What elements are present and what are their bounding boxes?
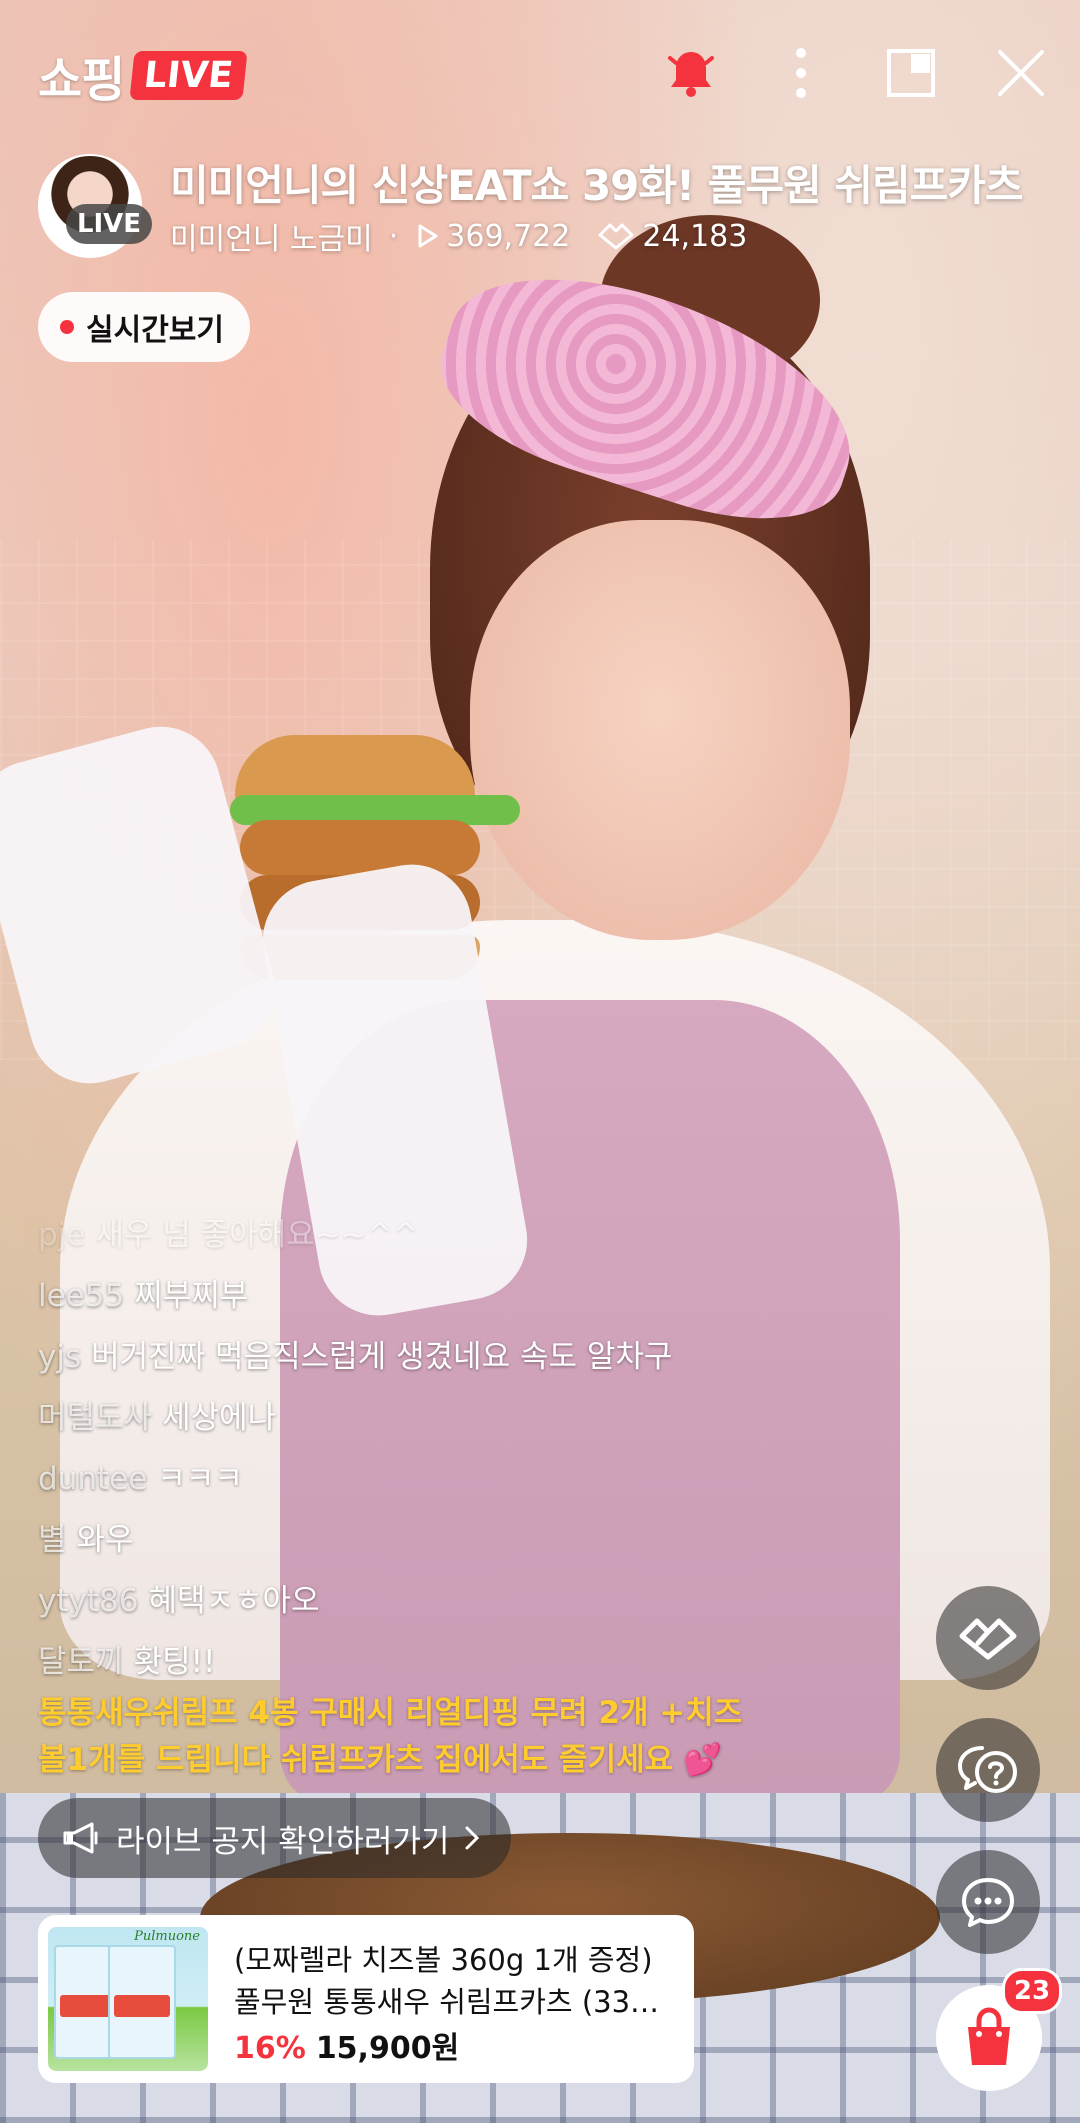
chat-nick: lee55 xyxy=(38,1278,125,1314)
brand-text: 쇼핑 xyxy=(38,52,125,108)
live-badge: LIVE xyxy=(129,50,248,100)
product-card[interactable]: Pulmuone (모짜렐라 치즈볼 360g 1개 증정) 풀무원 통통새우 … xyxy=(38,1915,694,2083)
meta-separator: · xyxy=(388,218,399,254)
product-brand-mark: Pulmuone xyxy=(134,1929,200,1944)
chat-text: 새우 넘 좋아해요~~^^ xyxy=(95,1217,419,1253)
heart-outline-icon xyxy=(598,223,634,250)
like-count: 24,183 xyxy=(596,219,747,254)
chat-nick: 별 xyxy=(38,1522,67,1558)
question-chat-icon xyxy=(958,1746,1017,1793)
chat-message: 머털도사 세상에나 xyxy=(38,1388,898,1449)
chat-text: 버거진짜 먹음직스럽게 생겼네요 속도 알차구 xyxy=(91,1339,673,1375)
product-name: 풀무원 통통새우 쉬림프카츠 (33… xyxy=(234,1985,660,2019)
top-bar: 쇼핑 LIVE xyxy=(0,0,1080,150)
chat-nick: 달토끼 xyxy=(38,1644,124,1680)
chat-nick: yjs xyxy=(38,1339,82,1375)
product-promo: (모짜렐라 치즈볼 360g 1개 증정) xyxy=(234,1943,653,1977)
notice-line-1: 통통새우쉬림프 4봉 구매시 리얼디핑 무려 2개 +치즈 xyxy=(38,1695,743,1731)
broadcast-title: 미미언니의 신상EAT쇼 39화! 풀무원 쉬림프카츠 xyxy=(170,161,1024,210)
price-value: 15,900원 xyxy=(315,2031,460,2066)
discount-rate: 16% xyxy=(234,2031,306,2066)
like-button[interactable] xyxy=(936,1586,1040,1690)
chat-text: 와우 xyxy=(76,1522,134,1558)
chat-nick: pje xyxy=(38,1217,86,1253)
pinned-notice: 통통새우쉬림프 4봉 구매시 리얼디핑 무려 2개 +치즈 볼1개를 드립니다 … xyxy=(38,1690,838,1784)
realtime-label: 실시간보기 xyxy=(86,313,224,348)
live-dot-icon xyxy=(60,320,74,334)
chevron-right-icon xyxy=(465,1826,480,1850)
more-vertical-icon[interactable] xyxy=(770,42,832,104)
like-count-value: 24,183 xyxy=(642,218,748,254)
chat-message: lee55 찌부찌부 xyxy=(38,1266,898,1327)
megaphone-icon xyxy=(63,1822,98,1854)
bell-icon[interactable] xyxy=(660,42,722,104)
chat-message: 별 와우 xyxy=(38,1510,898,1571)
chat-nick: ytyt86 xyxy=(38,1583,139,1619)
chat-text: ㅋㅋㅋ xyxy=(157,1461,243,1497)
chat-text: 세상에나 xyxy=(162,1400,277,1436)
chat-message: ytyt86 혜택ㅈㅎ아오 xyxy=(38,1571,898,1632)
notice-line-2: 볼1개를 드립니다 쉬림프카츠 집에서도 즐기세요 💕 xyxy=(38,1742,723,1778)
heart-icon xyxy=(959,1618,1017,1660)
picture-in-picture-icon[interactable] xyxy=(880,42,942,104)
chat-message: pje 새우 넘 좋아해요~~^^ xyxy=(38,1205,898,1266)
live-notice-label: 라이브 공지 확인하러가기 xyxy=(116,1823,450,1860)
shopping-live-logo[interactable]: 쇼핑 LIVE xyxy=(38,40,248,110)
play-icon xyxy=(418,224,438,248)
chat-icon xyxy=(962,1878,1014,1927)
chat-message: yjs 버거진짜 먹음직스럽게 생겼네요 속도 알차구 xyxy=(38,1327,898,1388)
live-notice-button[interactable]: 라이브 공지 확인하러가기 xyxy=(38,1798,512,1878)
top-actions xyxy=(660,42,1052,104)
host-face xyxy=(470,520,850,940)
view-count: 369,722 xyxy=(414,219,570,254)
cart-count-badge: 23 xyxy=(1002,1968,1062,2014)
broadcast-meta: 미미언니 노금미 · 369,722 24,183 xyxy=(170,214,747,258)
close-icon[interactable] xyxy=(990,42,1052,104)
chat-nick: 머털도사 xyxy=(38,1400,153,1436)
view-count-value: 369,722 xyxy=(446,218,571,254)
question-button[interactable] xyxy=(936,1718,1040,1822)
chat-list: pje 새우 넘 좋아해요~~^^ lee55 찌부찌부 yjs 버거진짜 먹음직스럽… xyxy=(38,1205,898,1693)
shopping-bag-icon xyxy=(968,2007,1010,2065)
broadcast-info: LIVE 미미언니의 신상EAT쇼 39화! 풀무원 쉬림프카츠 미미언니 노금… xyxy=(38,152,1048,258)
chat-nick: duntee xyxy=(38,1461,148,1497)
product-thumbnail: Pulmuone xyxy=(48,1927,208,2071)
chat-text: 혜택ㅈㅎ아오 xyxy=(148,1583,320,1619)
avatar-live-badge: LIVE xyxy=(66,204,152,244)
chat-text: 찌부찌부 xyxy=(134,1278,249,1314)
chat-message: 달토끼 홧팅!! xyxy=(38,1632,898,1693)
realtime-view-button[interactable]: 실시간보기 xyxy=(38,292,250,362)
chat-text: 홧팅!! xyxy=(133,1644,216,1680)
chat-button[interactable] xyxy=(936,1850,1040,1954)
host-name[interactable]: 미미언니 노금미 xyxy=(170,214,373,258)
chat-message: duntee ㅋㅋㅋ xyxy=(38,1449,898,1510)
product-price: 16% 15,900원 xyxy=(234,2023,459,2067)
